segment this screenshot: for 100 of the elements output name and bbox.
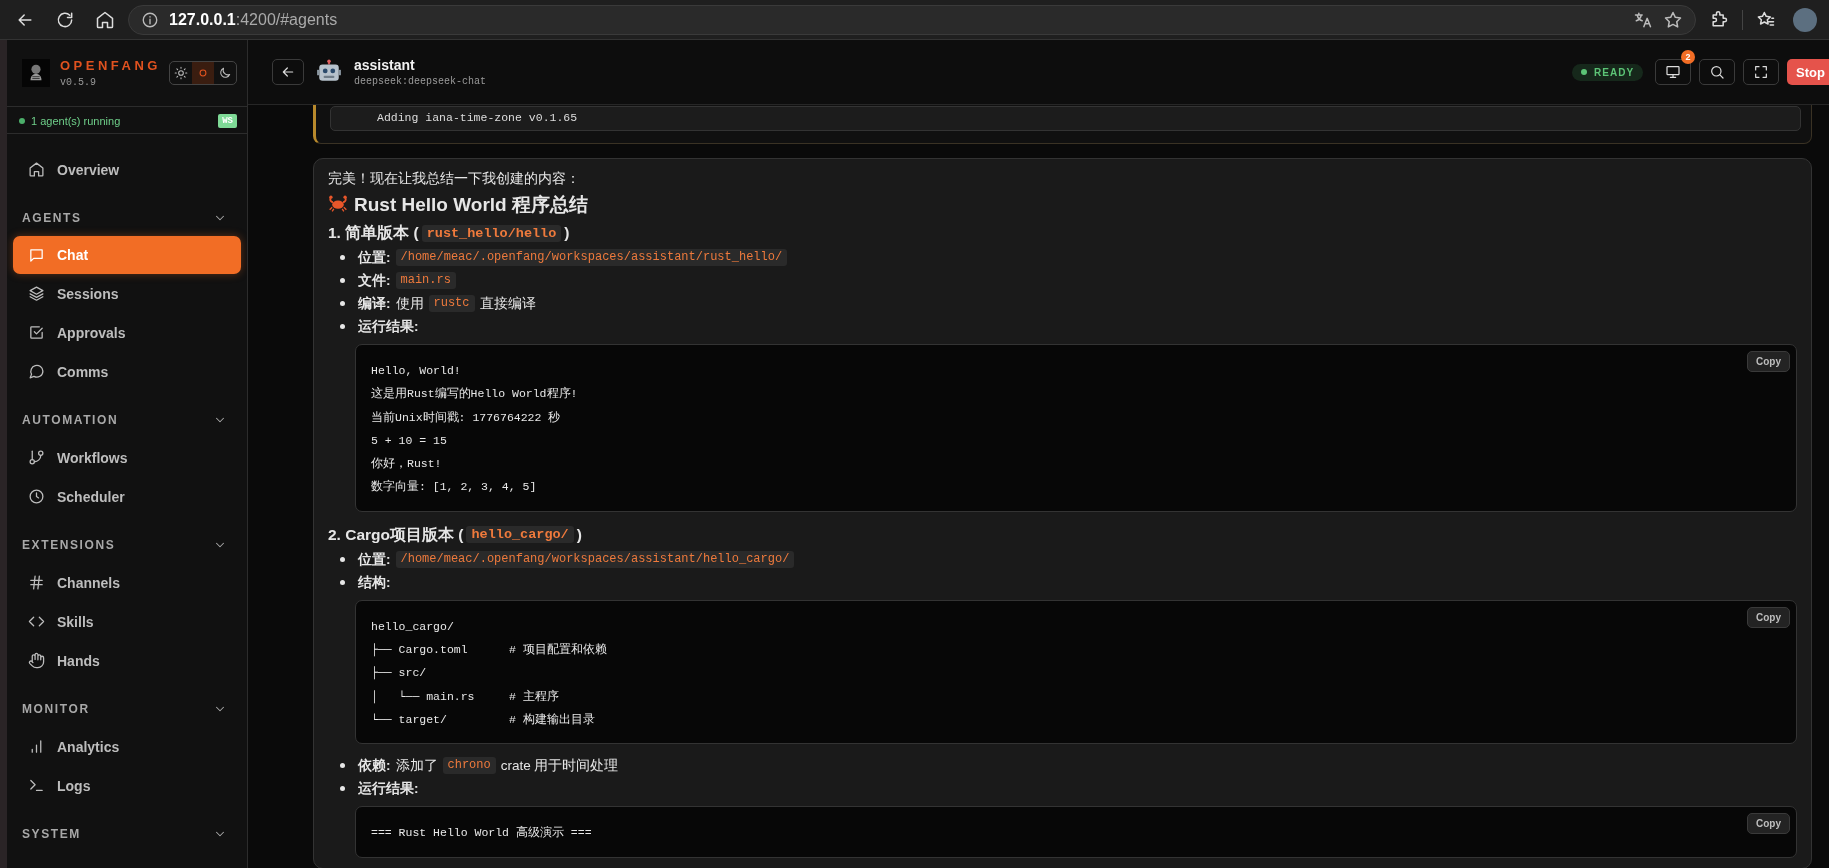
code-line: ├── Cargo.toml # 项目配置和依赖 (371, 642, 607, 659)
inline-code: chrono (442, 757, 496, 775)
model-name: deepseek:deepseek-chat (354, 76, 487, 87)
nav-item[interactable]: Skills (13, 602, 241, 641)
item-label: 文件: (358, 272, 391, 290)
nav-item[interactable]: Logs (13, 766, 241, 805)
fullscreen-icon (1753, 64, 1770, 80)
code-line: 你好，Rust! (371, 456, 442, 473)
bullet-icon (340, 579, 345, 585)
code-line: 数字向量: [1, 2, 3, 4, 5] (371, 479, 537, 496)
clock-icon (28, 488, 45, 505)
connection-badge: WS (218, 114, 237, 128)
bullet-icon (340, 278, 345, 283)
logo-icon (22, 59, 50, 87)
text: 直接编译 (479, 295, 536, 313)
section-title: AUTOMATION (22, 413, 119, 427)
code-line: ├── src/ (371, 665, 427, 682)
section-title: MONITOR (22, 702, 90, 716)
message-text: 完美！现在让我总结一下我创建的内容： (328, 170, 581, 188)
status-text: 1 agent(s) running (31, 115, 122, 127)
bullet-icon (340, 255, 345, 260)
section-header[interactable]: MONITOR (13, 680, 241, 727)
theme-button[interactable] (191, 62, 214, 84)
bullet-icon (340, 556, 345, 562)
inline-code: /home/meac/.openfang/workspaces/assistant/hello_cargo/ (395, 550, 795, 568)
layers-icon (28, 285, 45, 302)
nav-item[interactable]: Comms (13, 352, 241, 391)
notification-badge: 2 (1681, 50, 1696, 64)
star-icon (1663, 9, 1683, 30)
monitor-icon (1665, 64, 1682, 80)
puzzle-icon (1709, 9, 1729, 30)
copy-button[interactable]: Copy (1747, 351, 1790, 372)
text: ) (576, 524, 582, 545)
bullet-icon (340, 763, 345, 769)
text: 使用 (395, 295, 424, 313)
section-header[interactable]: EXTENSIONS (13, 516, 241, 563)
item-label: 结构: (358, 573, 391, 592)
code-line: Hello, World! (371, 363, 461, 379)
section-title: EXTENSIONS (22, 538, 116, 552)
sun-icon (173, 66, 188, 80)
address-bar[interactable]: 127.0.0.1:4200/#agents (128, 4, 1696, 35)
item-label: 位置: (358, 249, 391, 267)
back-button[interactable] (272, 59, 304, 85)
code-line: hello_cargo/ (371, 618, 454, 635)
item-label: 运行结果: (358, 780, 419, 799)
home-icon (95, 9, 115, 30)
avatar[interactable] (1793, 7, 1817, 32)
inline-code: rust_hello/hello (421, 224, 562, 242)
heading: Rust Hello World 程序总结 (354, 193, 588, 217)
nav-item[interactable]: Sessions (13, 274, 241, 313)
code-line: === Rust Hello World 高级演示 === (371, 825, 592, 842)
nav-item[interactable]: Approvals (13, 313, 241, 352)
section-header[interactable]: AGENTS (13, 189, 241, 236)
item-label: 运行结果: (358, 318, 419, 336)
home-icon (28, 161, 45, 178)
status-badge: READY (1572, 63, 1644, 81)
version-label: v0.5.9 (60, 77, 97, 88)
section-title: SYSTEM (22, 827, 81, 841)
inline-code: main.rs (395, 272, 456, 289)
search-button[interactable] (1699, 59, 1736, 85)
status-dot (19, 118, 25, 124)
text: 1. 简单版本 ( (328, 223, 419, 243)
code-line: Adding iana-time-zone v0.1.65 (377, 110, 579, 126)
inline-code: hello_cargo/ (466, 526, 574, 544)
bullet-icon (340, 301, 345, 306)
nav-item[interactable]: Channels (13, 563, 241, 602)
nav-item[interactable]: Analytics (13, 727, 241, 766)
fullscreen-button[interactable] (1743, 59, 1780, 85)
code-line: 5 + 10 = 15 (371, 432, 447, 449)
item-label: 位置: (358, 550, 391, 569)
item-label: 依赖: (358, 757, 391, 776)
nav-item[interactable]: Hands (13, 641, 241, 680)
bullet-icon (340, 324, 345, 329)
code-line: 当前Unix时间戳: 1776764222 秒 (371, 409, 561, 426)
branch-icon (28, 449, 45, 466)
text: 添加了 (395, 757, 438, 776)
url-text[interactable]: 127.0.0.1:4200/#agents (169, 10, 338, 29)
bullet-icon (340, 786, 345, 792)
section-header[interactable]: AUTOMATION (13, 391, 241, 438)
nav-item[interactable]: Overview (13, 150, 241, 189)
moon-icon (217, 66, 232, 80)
copy-button[interactable]: Copy (1747, 813, 1790, 835)
section-title: AGENTS (22, 211, 82, 225)
terminal-icon (28, 777, 45, 794)
nav-item[interactable]: Workflows (13, 438, 241, 477)
info-icon (141, 10, 159, 29)
chat-bubble-icon (28, 363, 45, 380)
nav-item[interactable]: Scheduler (13, 477, 241, 516)
checkbox-icon (28, 324, 45, 341)
stop-button[interactable]: Stop (1787, 59, 1829, 85)
copy-button[interactable]: Copy (1747, 606, 1790, 628)
chat-icon (28, 246, 45, 264)
code-line: 这是用Rust编写的Hello World程序! (371, 386, 578, 403)
hand-icon (28, 652, 45, 669)
section-header[interactable]: SYSTEM (13, 805, 241, 852)
agent-name: assistant (354, 57, 416, 73)
code-line: └── target/ # 构建输出目录 (371, 711, 595, 728)
hash-icon (28, 574, 45, 591)
inline-code: /home/meac/.openfang/workspaces/assistant/rust_hello/ (395, 249, 788, 266)
text: ) (564, 223, 570, 243)
